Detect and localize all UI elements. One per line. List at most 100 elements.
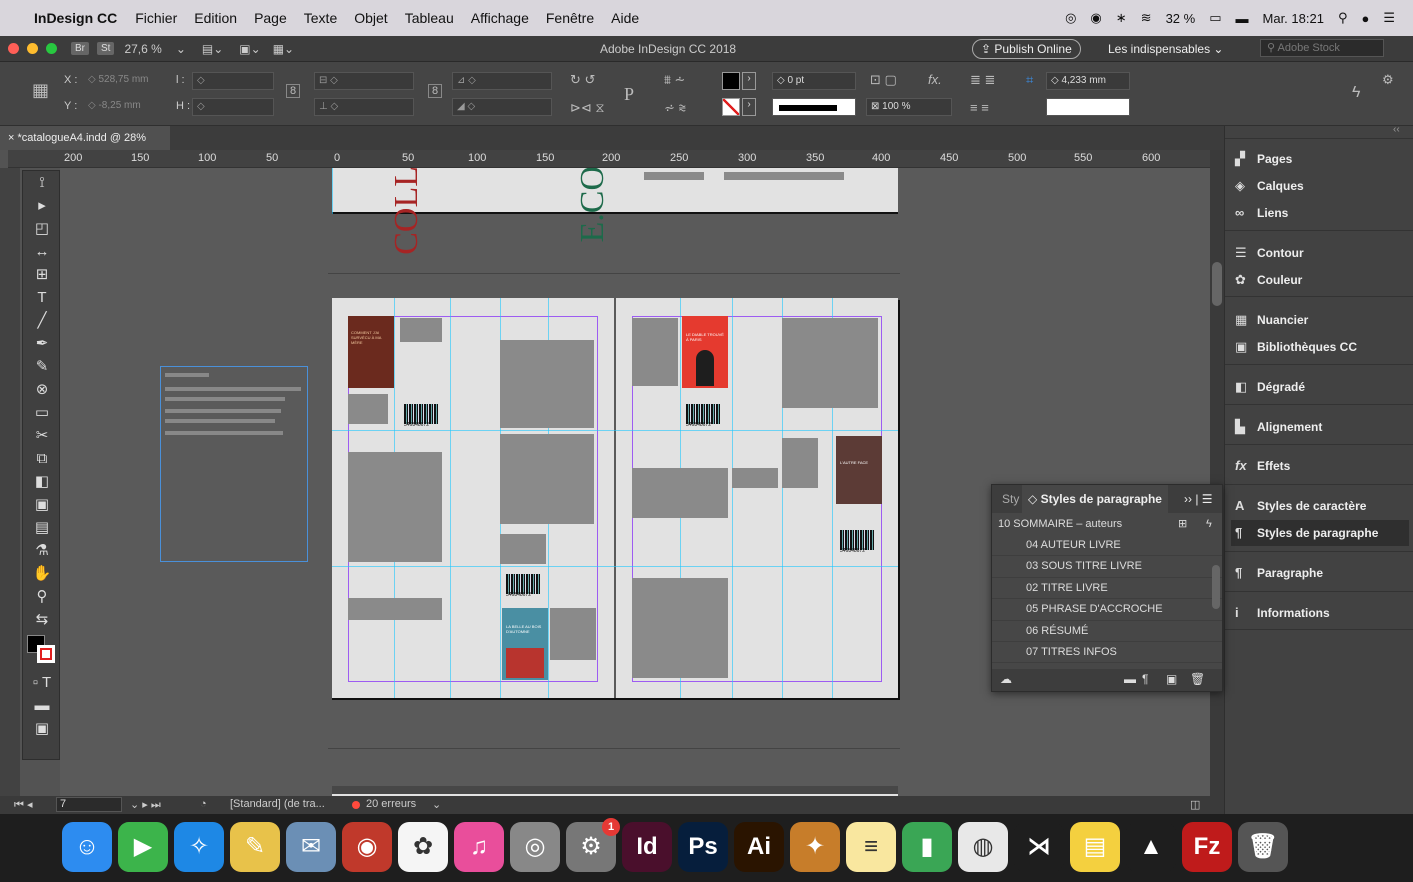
- flag-icon[interactable]: ▬: [1236, 11, 1249, 26]
- select-content-icon[interactable]: ⩫ ⩬: [664, 100, 686, 116]
- menu-texte[interactable]: Texte: [304, 10, 337, 26]
- dock-system-prefs-icon[interactable]: ⚙ 1: [566, 818, 620, 872]
- stroke-weight-field[interactable]: ◇ 0 pt: [772, 72, 856, 90]
- panel-effets[interactable]: fx Effets: [1235, 453, 1405, 479]
- scissors-tool-icon[interactable]: ✂: [23, 424, 61, 447]
- selection-tool-icon[interactable]: ⟟: [23, 171, 61, 194]
- preflight-profile[interactable]: [Standard] (de tra...: [230, 798, 325, 810]
- stroke-type-selector[interactable]: [772, 98, 856, 116]
- gradient-tool-icon[interactable]: ◧: [23, 470, 61, 493]
- swap-colors-icon[interactable]: ⇆: [23, 608, 61, 631]
- pen-tool-icon[interactable]: ✒: [23, 332, 61, 355]
- page-tool-icon[interactable]: ◰: [23, 217, 61, 240]
- panel-couleur[interactable]: ✿ Couleur: [1235, 267, 1405, 293]
- view-options-icon[interactable]: ▤⌄: [202, 42, 223, 56]
- quick-apply-icon[interactable]: ϟ: [1352, 84, 1360, 102]
- pasteboard-text-frame[interactable]: [160, 366, 308, 562]
- style-item[interactable]: 06 RÉSUMÉ: [992, 621, 1222, 642]
- menu-fichier[interactable]: Fichier: [135, 10, 177, 26]
- constrain-scale-icon[interactable]: 8: [428, 84, 443, 98]
- align-icon[interactable]: ≡ ≡: [970, 100, 989, 115]
- fill-swatch[interactable]: [722, 72, 740, 90]
- text-frame[interactable]: [782, 438, 818, 488]
- creative-cloud-icon[interactable]: ◎: [1065, 10, 1076, 26]
- text-frame[interactable]: [632, 468, 728, 518]
- notification-center-icon[interactable]: ☰: [1383, 10, 1395, 26]
- text-frame[interactable]: [348, 394, 388, 424]
- horizontal-guide[interactable]: [332, 566, 898, 567]
- battery-status[interactable]: 32 %: [1166, 11, 1196, 26]
- dock-stickies-icon[interactable]: ▤: [1070, 822, 1120, 872]
- text-frame[interactable]: [644, 172, 704, 180]
- dock-photos-icon[interactable]: ✿: [398, 822, 448, 872]
- styles-scrollbar-thumb[interactable]: [1212, 565, 1220, 609]
- effects-button[interactable]: fx.: [928, 72, 942, 87]
- flip-icon[interactable]: ⊳⊲ ⧖: [570, 100, 605, 116]
- page-number-field[interactable]: 7: [56, 797, 122, 812]
- screen-mode-tool-icon[interactable]: ▣: [23, 717, 61, 740]
- first-page-button[interactable]: ⏮ ◂: [14, 798, 32, 812]
- text-wrap-icon[interactable]: ≣ ≣: [970, 72, 995, 88]
- zoom-dropdown-icon[interactable]: ⌄: [176, 42, 186, 56]
- split-layout-icon[interactable]: ◫: [1190, 798, 1200, 811]
- paragraph-styles-tab[interactable]: ◇ Styles de paragraphe: [1022, 485, 1168, 513]
- style-item[interactable]: 03 SOUS TITRE LIVRE: [992, 556, 1222, 578]
- vertical-scrollbar[interactable]: [1210, 150, 1224, 796]
- menu-edition[interactable]: Edition: [194, 10, 237, 26]
- dock-facetime-icon[interactable]: ▶: [118, 822, 168, 872]
- panel-styles-paragraphe[interactable]: ¶ Styles de paragraphe: [1231, 520, 1409, 546]
- panel-pages[interactable]: ▞ Pages: [1235, 146, 1405, 172]
- hand-tool-icon[interactable]: ✋: [23, 562, 61, 585]
- text-frame[interactable]: [348, 598, 442, 620]
- gutter-field[interactable]: ◇ 4,233 mm: [1046, 72, 1130, 90]
- frame-fitting-icon[interactable]: ⊡ ▢: [870, 72, 897, 88]
- vertical-ruler[interactable]: [0, 168, 20, 798]
- auto-fit-icon[interactable]: ⌗: [1026, 72, 1033, 88]
- style-item[interactable]: 07 TITRES INFOS: [992, 642, 1222, 664]
- opacity-field[interactable]: ⊠ 100 %: [866, 98, 952, 116]
- panel-bibliotheques[interactable]: ▣ Bibliothèques CC: [1235, 334, 1405, 360]
- bridge-button[interactable]: Br: [71, 42, 89, 55]
- delete-style-icon[interactable]: 🗑: [1190, 672, 1205, 686]
- current-style-row[interactable]: 10 SOMMAIRE – auteurs ⊞ ϟ: [992, 513, 1222, 535]
- y-position-field[interactable]: ◇ -8,25 mm: [84, 98, 166, 116]
- menu-affichage[interactable]: Affichage: [471, 10, 529, 26]
- apply-color-icon[interactable]: ▬: [23, 694, 61, 717]
- content-collector-icon[interactable]: ⊞: [23, 263, 61, 286]
- panel-liens[interactable]: ∞ Liens: [1235, 200, 1405, 226]
- dock-itunes-icon[interactable]: ♫: [454, 822, 504, 872]
- adobe-stock-search[interactable]: ⚲ Adobe Stock: [1260, 39, 1384, 57]
- close-window-button[interactable]: [8, 43, 19, 54]
- panel-menu-icon[interactable]: ›› | ☰: [1184, 485, 1213, 513]
- menu-page[interactable]: Page: [254, 10, 287, 26]
- vertical-guide[interactable]: [450, 298, 451, 698]
- shear-field[interactable]: ◢ ◇: [452, 98, 552, 116]
- cc-library-icon[interactable]: ☁: [1000, 672, 1012, 686]
- panel-contour[interactable]: ☰ Contour: [1235, 240, 1405, 266]
- rectangle-frame-tool-icon[interactable]: ⊗: [23, 378, 61, 401]
- dock-photobooth-icon[interactable]: ◉: [342, 822, 392, 872]
- dock-preview-icon[interactable]: ✉: [286, 822, 336, 872]
- dock-photoshop-icon[interactable]: Ps: [678, 822, 728, 872]
- panel-degrade[interactable]: ◧ Dégradé: [1235, 374, 1405, 400]
- dock-safari-icon[interactable]: ✧: [174, 822, 224, 872]
- dock-notes-icon[interactable]: ≡: [846, 822, 896, 872]
- stroke-color-icon[interactable]: [37, 645, 55, 663]
- text-frame[interactable]: [500, 534, 546, 564]
- reference-point-icon[interactable]: ▦: [32, 80, 49, 101]
- menu-aide[interactable]: Aide: [611, 10, 639, 26]
- document-tab[interactable]: × *catalogueA4.indd @ 28%: [0, 126, 170, 150]
- minimize-window-button[interactable]: [27, 43, 38, 54]
- spotlight-icon[interactable]: ⚲: [1338, 10, 1348, 26]
- dock-vscode-icon[interactable]: ⋊: [1014, 822, 1064, 872]
- gradient-feather-tool-icon[interactable]: ▣: [23, 493, 61, 516]
- dock-filezilla-icon[interactable]: Fz: [1182, 822, 1232, 872]
- dock-numbers-icon[interactable]: ▮: [902, 822, 952, 872]
- page-previous-spread[interactable]: COLL E.CO: [332, 168, 898, 255]
- style-item[interactable]: 02 TITRE LIVRE: [992, 578, 1222, 600]
- text-frame[interactable]: [782, 318, 878, 408]
- siri-icon[interactable]: ●: [1361, 11, 1369, 26]
- dock-finder-icon[interactable]: ☺: [62, 822, 112, 872]
- sync-icon[interactable]: ◉: [1090, 10, 1101, 26]
- text-frame[interactable]: [724, 172, 844, 180]
